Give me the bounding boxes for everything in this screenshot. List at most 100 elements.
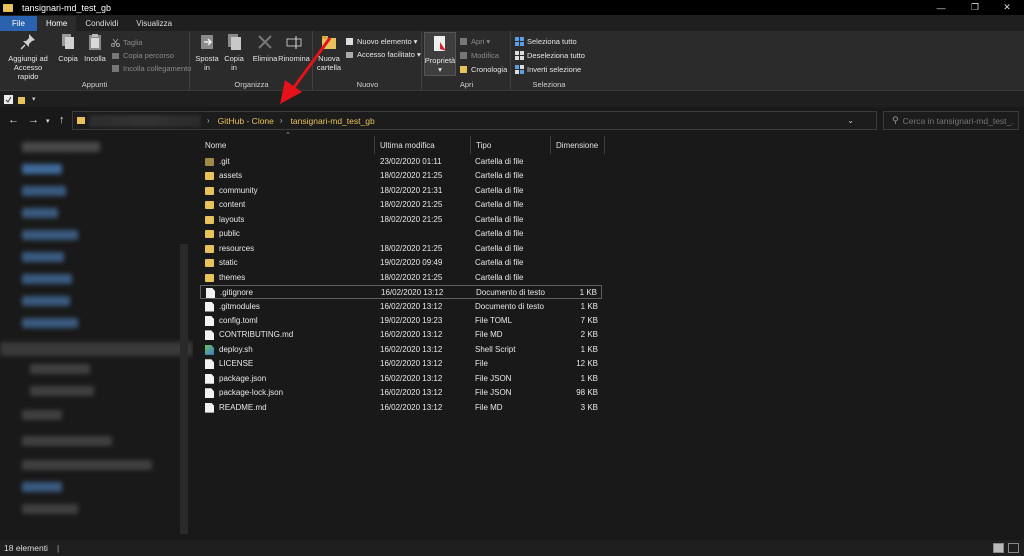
file-modified: 19/02/2020 09:49	[380, 258, 443, 268]
column-header-type[interactable]: Tipo	[471, 136, 551, 154]
paste-button[interactable]: Incolla	[82, 33, 108, 63]
table-row[interactable]: themes 18/02/2020 21:25 Cartella di file	[200, 271, 602, 285]
file-type: Cartella di file	[475, 258, 524, 268]
nav-item-blurred[interactable]	[22, 436, 112, 446]
table-row[interactable]: layouts 18/02/2020 21:25 Cartella di file	[200, 213, 602, 227]
nav-item-blurred[interactable]	[22, 274, 72, 284]
copy-path-icon	[112, 52, 119, 59]
search-input[interactable]	[902, 115, 1013, 126]
file-type: Cartella di file	[475, 243, 524, 253]
minimize-button[interactable]: —	[924, 0, 958, 15]
file-modified: 16/02/2020 13:12	[380, 359, 443, 369]
nav-item-blurred[interactable]	[22, 504, 78, 514]
details-view-icon[interactable]	[993, 543, 1004, 553]
maximize-button[interactable]: ❐	[958, 0, 992, 15]
nav-item-selected-blurred[interactable]	[0, 342, 193, 356]
table-row[interactable]: LICENSE 16/02/2020 13:12 File 12 KB	[200, 357, 602, 371]
nav-item-blurred[interactable]	[22, 252, 64, 262]
folder-icon	[3, 3, 13, 12]
nav-item-blurred[interactable]	[30, 386, 94, 396]
up-arrow-icon[interactable]: ↑	[59, 114, 65, 126]
pin-label-1: Aggiungi ad	[8, 54, 48, 63]
file-type: File MD	[475, 330, 503, 340]
file-type: File TOML	[475, 315, 513, 325]
table-row[interactable]: CONTRIBUTING.md 16/02/2020 13:12 File MD 2 …	[200, 328, 602, 342]
paste-icon	[89, 34, 101, 50]
open-button[interactable]: Apri ▾	[459, 35, 490, 47]
select-all-button[interactable]: Seleziona tutto	[515, 35, 577, 47]
properties-button[interactable]: Proprietà ▾	[424, 32, 456, 76]
nav-item-blurred[interactable]	[22, 482, 62, 492]
table-row[interactable]: .git 23/02/2020 01:11 Cartella di file	[200, 155, 602, 169]
copy-to-icon	[228, 34, 241, 50]
recent-chevron-icon[interactable]: ▾	[46, 117, 50, 125]
copy-path-button[interactable]: Copia percorso	[111, 49, 174, 61]
table-row[interactable]: .gitmodules 16/02/2020 13:12 Documento di …	[200, 300, 602, 314]
table-row[interactable]: static 19/02/2020 09:49 Cartella di file	[200, 256, 602, 270]
table-row[interactable]: package.json 16/02/2020 13:12 File JSON 1 K…	[200, 372, 602, 386]
large-icons-view-icon[interactable]	[1008, 543, 1019, 553]
table-row[interactable]: deploy.sh 16/02/2020 13:12 Shell Script 1 K…	[200, 343, 602, 357]
status-bar: 18 elementi |	[0, 540, 1024, 556]
delete-button[interactable]: Elimina	[251, 33, 279, 63]
tab-file[interactable]: File	[0, 16, 37, 31]
table-row[interactable]: assets 18/02/2020 21:25 Cartella di file	[200, 169, 602, 183]
file-size: 7 KB	[580, 315, 598, 325]
select-none-button[interactable]: Deseleziona tutto	[515, 49, 585, 61]
nav-item-blurred[interactable]	[22, 296, 70, 306]
invert-selection-button[interactable]: Inverti selezione	[515, 63, 581, 75]
column-header-name[interactable]: Nome	[200, 136, 375, 154]
file-name: static	[219, 258, 238, 268]
history-button[interactable]: Cronologia	[459, 63, 507, 75]
tab-view[interactable]: Visualizza	[127, 16, 181, 31]
pin-quick-access-button[interactable]: Aggiungi ad Accesso rapido	[3, 33, 53, 81]
nav-item-blurred[interactable]	[22, 208, 58, 218]
easy-access-button[interactable]: Accesso facilitato ▾	[345, 48, 421, 60]
rename-button[interactable]: Rinomina	[278, 33, 310, 63]
new-folder-button[interactable]: Nuova cartella	[316, 33, 342, 72]
close-button[interactable]: ✕	[990, 0, 1024, 15]
column-header-modified[interactable]: Ultima modifica	[375, 136, 471, 154]
table-row[interactable]: public Cartella di file	[200, 227, 602, 241]
table-row[interactable]: package-lock.json 16/02/2020 13:12 File JS…	[200, 386, 602, 400]
nav-item-blurred[interactable]	[22, 164, 62, 174]
tab-share[interactable]: Condividi	[76, 16, 127, 31]
table-row[interactable]: resources 18/02/2020 21:25 Cartella di fil…	[200, 242, 602, 256]
nav-item-blurred[interactable]	[22, 186, 66, 196]
navigation-pane	[0, 134, 193, 540]
nav-item-blurred[interactable]	[22, 410, 62, 420]
nav-item-blurred[interactable]	[22, 142, 100, 152]
edit-button[interactable]: Modifica	[459, 49, 499, 61]
nav-item-blurred[interactable]	[22, 318, 78, 328]
column-header-size[interactable]: Dimensione	[551, 136, 605, 154]
file-name: package-lock.json	[219, 388, 284, 398]
breadcrumb-current-folder[interactable]: tansignari-md_test_gb	[291, 116, 375, 126]
nav-item-blurred[interactable]	[30, 364, 90, 374]
address-bar[interactable]: › GitHub - Clone › tansignari-md_test_gb…	[72, 111, 890, 130]
address-history-chevron-icon[interactable]: ⌄	[847, 116, 854, 125]
new-folder-icon[interactable]	[17, 95, 26, 104]
search-box[interactable]: ⚲	[883, 111, 1019, 130]
back-arrow-icon[interactable]: ←	[8, 114, 19, 126]
customize-chevron-icon[interactable]: ▾	[32, 95, 36, 103]
table-row[interactable]: content 18/02/2020 21:25 Cartella di file	[200, 198, 602, 212]
table-row[interactable]: README.md 16/02/2020 13:12 File MD 3 KB	[200, 401, 602, 415]
open-label: Apri	[471, 36, 485, 46]
new-item-button[interactable]: Nuovo elemento ▾	[345, 35, 417, 47]
forward-arrow-icon[interactable]: →	[28, 114, 39, 126]
table-row[interactable]: .gitignore 16/02/2020 13:12 Documento di t…	[200, 285, 602, 300]
nav-scrollbar[interactable]	[180, 244, 188, 534]
copy-button[interactable]: Copia	[56, 33, 80, 63]
properties-check-icon[interactable]	[4, 94, 13, 104]
tab-home[interactable]: Home	[37, 16, 77, 31]
move-to-button[interactable]: Sposta in	[195, 33, 219, 72]
cut-button[interactable]: Taglia	[111, 36, 143, 48]
nav-item-blurred[interactable]	[22, 230, 78, 240]
paste-shortcut-button[interactable]: Incolla collegamento	[111, 62, 191, 74]
table-row[interactable]: config.toml 19/02/2020 19:23 File TOML 7 KB	[200, 314, 602, 328]
breadcrumb-github-clone[interactable]: GitHub - Clone	[218, 116, 274, 126]
file-modified: 23/02/2020 01:11	[380, 157, 442, 166]
table-row[interactable]: community 18/02/2020 21:31 Cartella di fil…	[200, 184, 602, 198]
copy-to-button[interactable]: Copia in	[222, 33, 246, 72]
nav-item-blurred[interactable]	[22, 460, 152, 470]
